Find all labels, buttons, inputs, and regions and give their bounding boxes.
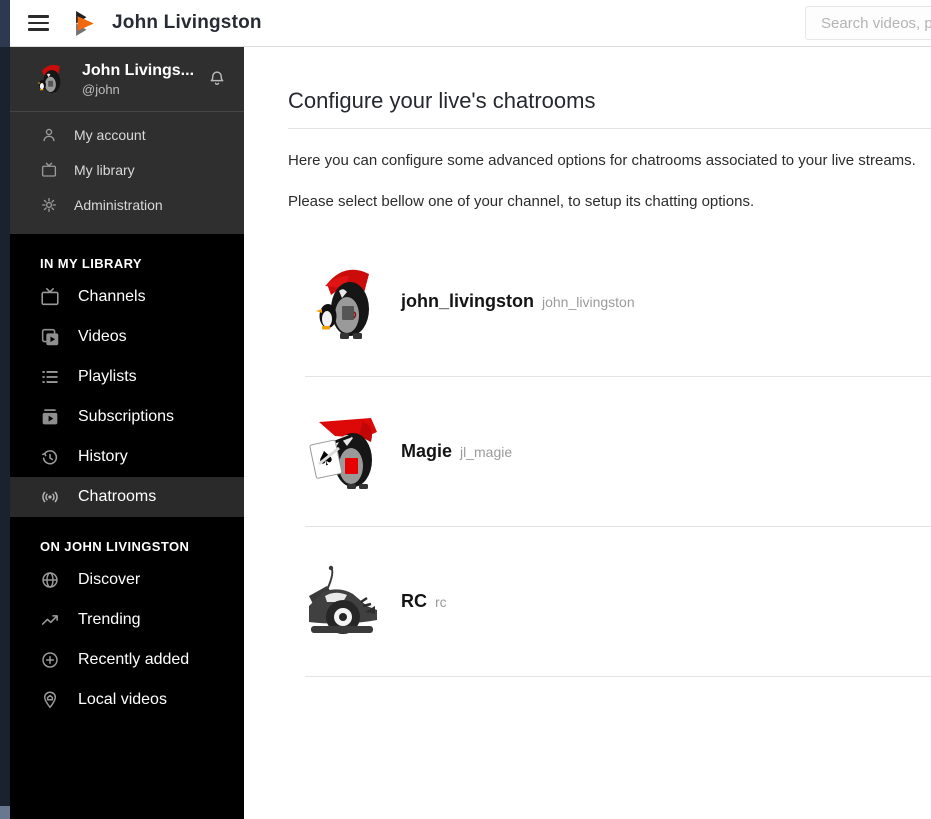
section-in-my-library: IN MY LIBRARY	[40, 256, 142, 271]
sidebar-item-local-videos[interactable]: Local videos	[10, 680, 244, 720]
broadcast-icon	[38, 486, 62, 508]
menu-item-my-library[interactable]: My library	[10, 152, 244, 187]
person-icon	[40, 126, 58, 144]
logged-in-user-block[interactable]: John Livings... @john	[10, 47, 244, 112]
channel-avatar	[305, 562, 385, 642]
sidebar-item-videos[interactable]: Videos	[10, 317, 244, 357]
channel-display-name[interactable]: Magie	[401, 441, 452, 462]
video-frames-icon	[38, 326, 62, 348]
home-pin-icon	[38, 689, 62, 711]
channel-display-name[interactable]: RC	[401, 591, 427, 612]
intro-paragraph-2: Please select bellow one of your channel…	[288, 193, 755, 210]
sidebar-item-discover[interactable]: Discover	[10, 560, 244, 600]
peertube-logo[interactable]	[76, 10, 97, 36]
channel-list: john_livingston john_livingston ♠	[305, 227, 931, 677]
sidebar-item-recently-added[interactable]: Recently added	[10, 640, 244, 680]
menu-item-administration[interactable]: Administration	[10, 187, 244, 222]
top-bar: John Livingston	[10, 0, 931, 47]
edge-strip-top	[0, 0, 10, 47]
user-avatar[interactable]	[32, 61, 68, 97]
sidebar-item-channels[interactable]: Channels	[10, 277, 244, 317]
gear-icon	[40, 196, 58, 214]
sidebar-item-chatrooms[interactable]: Chatrooms	[10, 477, 244, 517]
search-input[interactable]	[805, 6, 931, 40]
channel-avatar: ♠	[305, 412, 385, 492]
sidebar-item-history[interactable]: History	[10, 437, 244, 477]
page-edge-strip	[0, 0, 10, 819]
sidebar-item-subscriptions[interactable]: Subscriptions	[10, 397, 244, 437]
channel-handle: jl_magie	[460, 444, 513, 460]
channel-row-john-livingston[interactable]: john_livingston john_livingston	[305, 227, 931, 377]
hamburger-menu-icon[interactable]	[14, 0, 62, 47]
user-display-name: John Livings...	[82, 61, 195, 79]
plus-circle-icon	[38, 649, 62, 671]
trending-up-icon	[38, 609, 62, 631]
channel-handle: rc	[435, 594, 447, 610]
channel-row-magie[interactable]: ♠ Magie jl_magie	[305, 377, 931, 527]
channel-row-rc[interactable]: RC rc	[305, 527, 931, 677]
page-title: Configure your live's chatrooms	[288, 88, 596, 113]
tv-icon	[38, 286, 62, 308]
scrollbar-thumb[interactable]	[0, 806, 10, 819]
main-content: Configure your live's chatrooms Here you…	[244, 47, 931, 819]
instance-title[interactable]: John Livingston	[112, 12, 262, 34]
playlist-icon	[38, 366, 62, 388]
channel-handle: john_livingston	[542, 294, 635, 310]
account-menu: My account My library Administration	[10, 112, 244, 234]
channel-display-name[interactable]: john_livingston	[401, 291, 534, 312]
sidebar-item-trending[interactable]: Trending	[10, 600, 244, 640]
history-clock-icon	[38, 446, 62, 468]
notification-bell-icon[interactable]	[204, 67, 230, 91]
subscriptions-icon	[38, 406, 62, 428]
intro-paragraph-1: Here you can configure some advanced opt…	[288, 152, 916, 169]
tv-icon	[40, 161, 58, 179]
channel-avatar	[305, 262, 385, 342]
sidebar-item-playlists[interactable]: Playlists	[10, 357, 244, 397]
sidebar: John Livings... @john My account My libr…	[10, 47, 244, 819]
menu-item-my-account[interactable]: My account	[10, 117, 244, 152]
user-handle: @john	[82, 81, 120, 97]
section-on-instance: ON JOHN LIVINGSTON	[40, 539, 190, 554]
title-divider	[288, 128, 931, 129]
globe-icon	[38, 569, 62, 591]
